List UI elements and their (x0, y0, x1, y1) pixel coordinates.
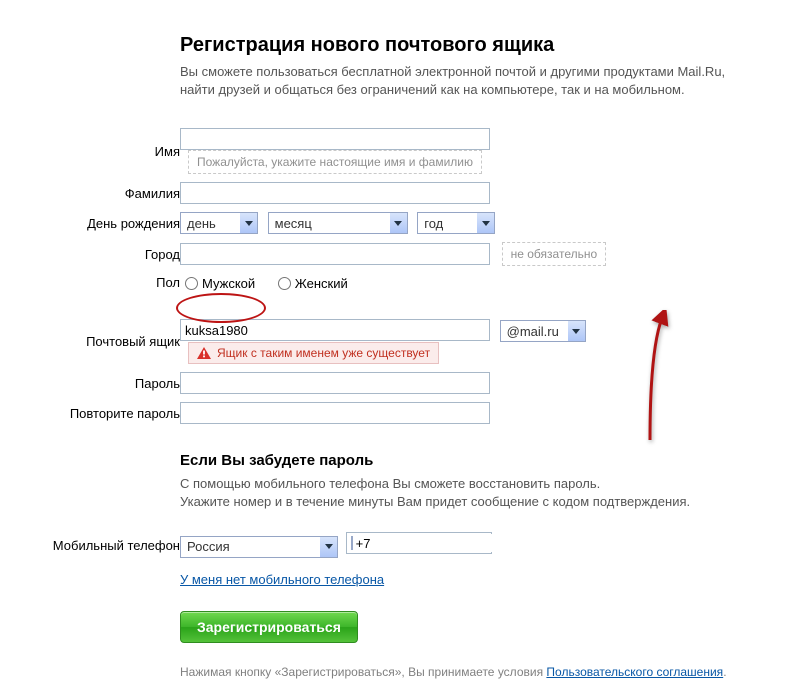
submit-button[interactable]: Зарегистрироваться (180, 611, 358, 643)
label-login: Почтовый ящик (86, 334, 180, 349)
terms-link[interactable]: Пользовательского соглашения (546, 665, 723, 679)
label-lastname: Фамилия (125, 186, 180, 201)
page-title: Регистрация нового почтового ящика (180, 34, 777, 57)
birthday-year-select[interactable]: год (417, 212, 495, 234)
sex-female-radio[interactable]: Женский (273, 276, 348, 291)
birthday-day-select[interactable]: день (180, 212, 258, 234)
no-phone-link[interactable]: У меня нет мобильного телефона (180, 572, 384, 587)
flag-russia-icon (351, 536, 353, 550)
name-hint: Пожалуйста, укажите настоящие имя и фами… (188, 150, 482, 174)
login-input[interactable] (180, 319, 490, 341)
label-password2: Повторите пароль (70, 406, 180, 421)
domain-select[interactable]: @mail.ru (500, 320, 586, 342)
label-sex: Пол (156, 275, 180, 290)
birthday-month-select[interactable]: месяц (268, 212, 408, 234)
lastname-input[interactable] (180, 182, 490, 204)
password2-input[interactable] (180, 402, 490, 424)
warning-icon (197, 347, 211, 359)
label-password: Пароль (135, 376, 180, 391)
phone-number-input[interactable] (372, 534, 556, 552)
phone-input-group[interactable]: +7 (346, 532, 492, 554)
label-city: Город (145, 247, 180, 262)
chevron-down-icon (320, 537, 337, 557)
label-firstname: Имя (155, 144, 180, 159)
chevron-down-icon (240, 213, 257, 233)
intro-text: Вы сможете пользоваться бесплатной элект… (180, 63, 777, 98)
city-input[interactable] (180, 243, 490, 265)
terms-text: Нажимая кнопку «Зарегистрироваться», Вы … (180, 665, 777, 679)
login-error: Ящик с таким именем уже существует (188, 342, 439, 364)
label-phone: Мобильный телефон (53, 538, 180, 553)
sex-male-radio[interactable]: Мужской (180, 276, 259, 291)
chevron-down-icon (390, 213, 407, 233)
phone-country-select[interactable]: Россия (180, 536, 338, 558)
label-birthday: День рождения (87, 216, 180, 231)
recovery-title: Если Вы забудете пароль (180, 452, 777, 469)
chevron-down-icon (477, 213, 494, 233)
recovery-text: С помощью мобильного телефона Вы сможете… (180, 475, 777, 510)
firstname-input[interactable] (180, 128, 490, 150)
city-hint: не обязательно (502, 242, 607, 266)
password-input[interactable] (180, 372, 490, 394)
chevron-down-icon (568, 321, 585, 341)
